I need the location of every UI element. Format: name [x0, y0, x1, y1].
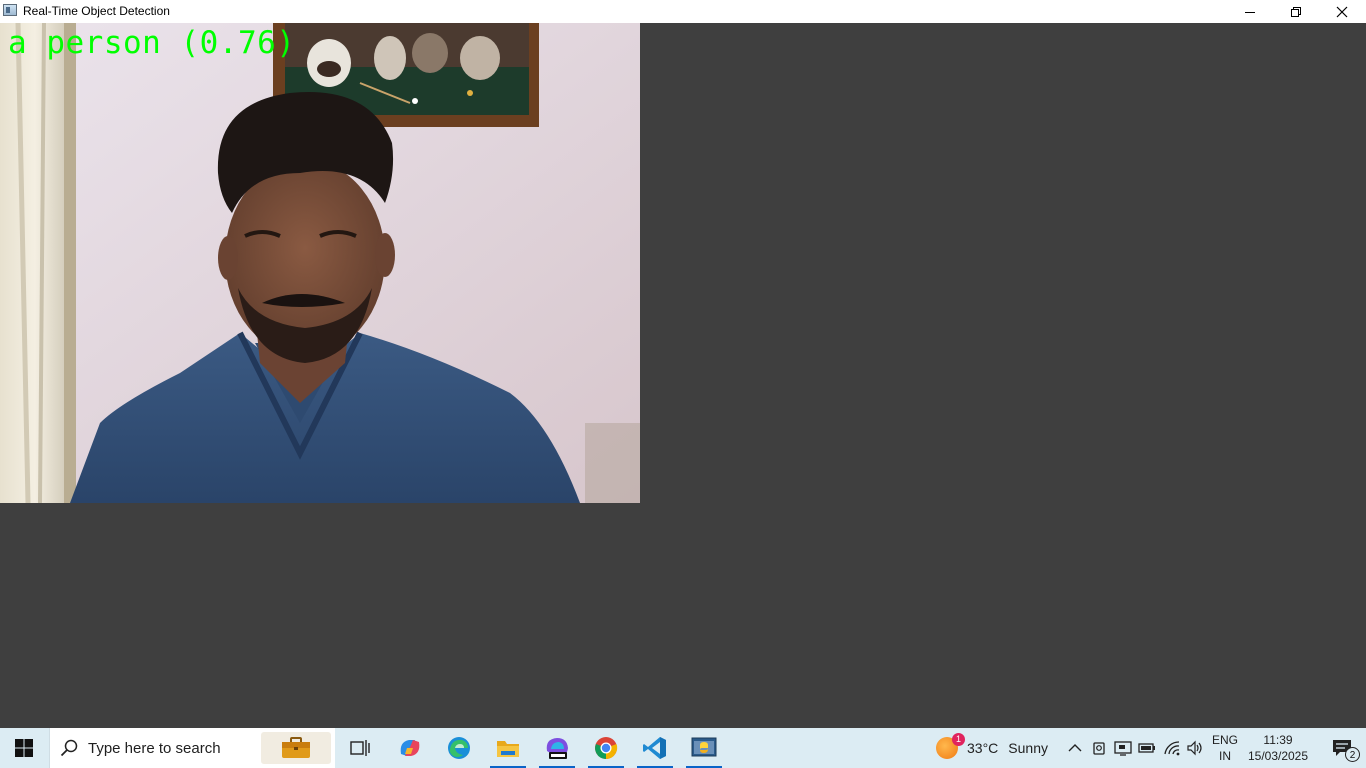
clock-date: 15/03/2025 — [1247, 749, 1309, 763]
start-button[interactable] — [0, 728, 48, 768]
webcam-image — [0, 23, 640, 503]
search-icon — [60, 739, 78, 757]
task-view-button[interactable] — [336, 728, 384, 768]
briefcase-icon — [282, 737, 310, 758]
language-indicator[interactable]: ENG IN — [1207, 732, 1243, 764]
restore-button[interactable] — [1273, 0, 1319, 23]
search-placeholder: Type here to search — [88, 740, 221, 757]
restore-icon — [1291, 6, 1301, 17]
screen-icon — [1114, 741, 1132, 756]
search-highlight-button[interactable] — [261, 732, 331, 764]
copilot-icon — [400, 740, 420, 756]
weather-condition: Sunny — [1008, 740, 1048, 756]
taskbar-search-box[interactable]: Type here to search — [49, 728, 335, 768]
webcam-frame: a person (0.76) — [0, 23, 640, 503]
window-title-bar: Real-Time Object Detection — [0, 0, 1366, 23]
window-title: Real-Time Object Detection — [23, 4, 170, 18]
weather-badge: 1 — [952, 733, 965, 746]
edge-icon — [448, 737, 470, 759]
notification-center-button[interactable]: 2 — [1318, 728, 1366, 768]
chrome-button[interactable] — [582, 728, 630, 768]
camera-icon — [1093, 742, 1105, 755]
speaker-icon — [1187, 740, 1202, 756]
taskbar: Type here to search 1 33°C Sunny ENG IN … — [0, 728, 1366, 768]
volume-button[interactable] — [1184, 728, 1206, 768]
taskbar-clock[interactable]: 11:39 15/03/2025 — [1246, 732, 1310, 764]
vscode-icon — [643, 737, 666, 759]
network-button[interactable] — [1160, 728, 1184, 768]
detection-viewport: a person (0.76) — [0, 23, 1366, 728]
file-explorer-button[interactable] — [484, 728, 532, 768]
language-code: ENG — [1211, 733, 1238, 747]
microsoft-365-button[interactable] — [533, 728, 581, 768]
sun-icon: 1 — [936, 733, 965, 759]
app-window-icon[interactable] — [3, 4, 17, 16]
task-view-icon — [350, 740, 370, 756]
meet-now-button[interactable] — [1088, 728, 1110, 768]
copilot-button[interactable] — [386, 728, 434, 768]
wifi-icon — [1164, 741, 1180, 756]
close-icon — [1336, 6, 1348, 17]
close-button[interactable] — [1319, 0, 1365, 23]
python-window-icon — [691, 737, 717, 757]
show-hidden-icons-button[interactable] — [1064, 728, 1086, 768]
weather-widget[interactable]: 1 33°C Sunny — [936, 728, 1048, 768]
notification-count: 2 — [1345, 747, 1360, 762]
clock-time: 11:39 — [1263, 733, 1293, 747]
minimize-icon — [1245, 11, 1255, 13]
chevron-up-icon — [1068, 744, 1082, 752]
minimize-button[interactable] — [1227, 0, 1273, 23]
weather-temperature: 33°C — [967, 740, 999, 756]
chrome-icon — [595, 737, 618, 759]
vscode-button[interactable] — [631, 728, 679, 768]
microsoft-365-icon — [546, 738, 568, 759]
tray-app-button[interactable] — [1112, 728, 1134, 768]
language-region: IN — [1219, 749, 1231, 763]
battery-button[interactable] — [1136, 728, 1158, 768]
windows-logo-icon — [15, 739, 33, 757]
detection-label: a person (0.76) — [8, 25, 296, 61]
folder-icon — [497, 741, 519, 757]
battery-icon — [1138, 743, 1155, 753]
python-window-button[interactable] — [680, 728, 728, 768]
edge-button[interactable] — [435, 728, 483, 768]
